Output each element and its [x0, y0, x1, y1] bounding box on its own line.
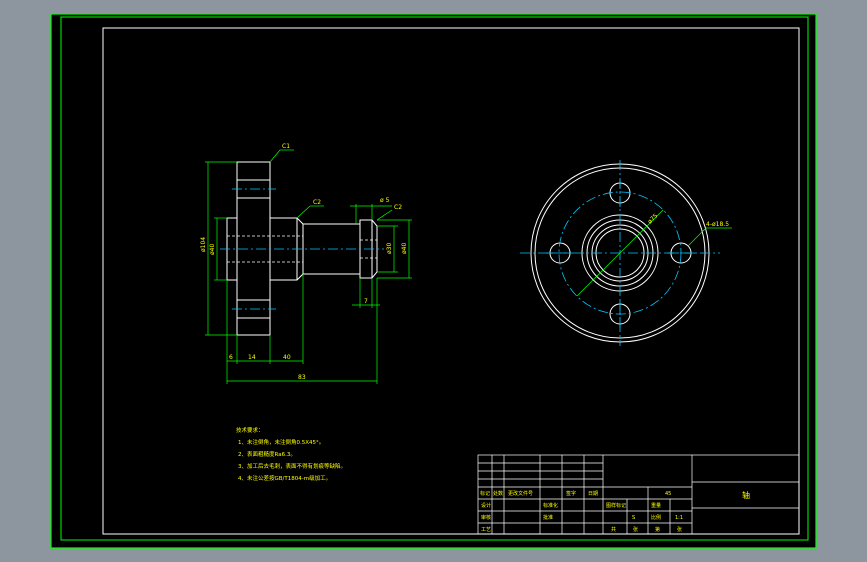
- tb-material: 45: [665, 491, 671, 497]
- dim-shaft-diameter: ø30: [386, 243, 393, 254]
- dim-flange-diameter: ø104: [200, 237, 207, 252]
- tb-std-approve: 批准: [543, 514, 553, 521]
- tb-count-total: 共: [611, 526, 616, 533]
- tb-std-standardize: 标准化: [543, 502, 558, 509]
- tb-label-scale: 比例: [651, 514, 661, 521]
- dim-length-groove: 7: [364, 298, 368, 305]
- note-item-1: 1、未注倒角，未注倒角0.5X45°。: [238, 438, 324, 446]
- dim-chamfer-1: C1: [282, 143, 290, 150]
- tb-label-weight: 重量: [651, 502, 661, 509]
- tb-role-process: 工艺: [481, 527, 491, 533]
- drawing-sheet: [50, 13, 817, 549]
- tb-count-sheet-a: 张: [633, 526, 638, 533]
- notes-heading: 技术要求：: [236, 426, 264, 434]
- cad-drawing-canvas: ø104 ø40 ø30 ø40 6 14 40 83 7 ø 5 C1 C2 …: [50, 13, 817, 549]
- tb-role-design: 设计: [481, 502, 491, 509]
- tb-header-count: 处数: [493, 490, 503, 497]
- note-item-4: 4、未注公差按GB/T1804-m级加工。: [238, 474, 331, 482]
- note-item-3: 3、加工后去毛刺，表面不得有划痕等缺陷。: [238, 462, 346, 470]
- dim-end-diameter: ø40: [401, 243, 408, 254]
- drawing-title: 轴: [742, 490, 750, 500]
- tb-count-sheet-b: 张: [677, 526, 682, 533]
- tb-count-index: 第: [655, 526, 660, 533]
- dim-chamfer-3: C2: [394, 204, 402, 211]
- tb-header-sign: 签字: [566, 490, 576, 497]
- tb-label-mark: 图样标记: [606, 502, 626, 509]
- tb-scale-value: 1:1: [675, 515, 683, 521]
- tb-header-mark: 标记: [480, 490, 490, 497]
- tb-header-file: 更改文件号: [508, 490, 533, 497]
- tb-header-date: 日期: [588, 491, 598, 497]
- tb-stage: S: [632, 515, 635, 521]
- tb-role-review: 审核: [481, 514, 491, 521]
- note-item-2: 2、表面粗糙度Ra6.3。: [238, 450, 296, 458]
- dim-hub-diameter: ø40: [209, 244, 216, 255]
- dim-length-total: 83: [298, 374, 306, 381]
- dim-chamfer-2: C2: [313, 199, 321, 206]
- dim-length-c: 40: [283, 354, 291, 361]
- dim-groove-diameter: ø 5: [380, 197, 390, 204]
- dim-length-a: 6: [229, 354, 233, 361]
- dim-length-b: 14: [248, 354, 256, 361]
- dim-hole-pattern: 4-ø18.5: [706, 221, 729, 228]
